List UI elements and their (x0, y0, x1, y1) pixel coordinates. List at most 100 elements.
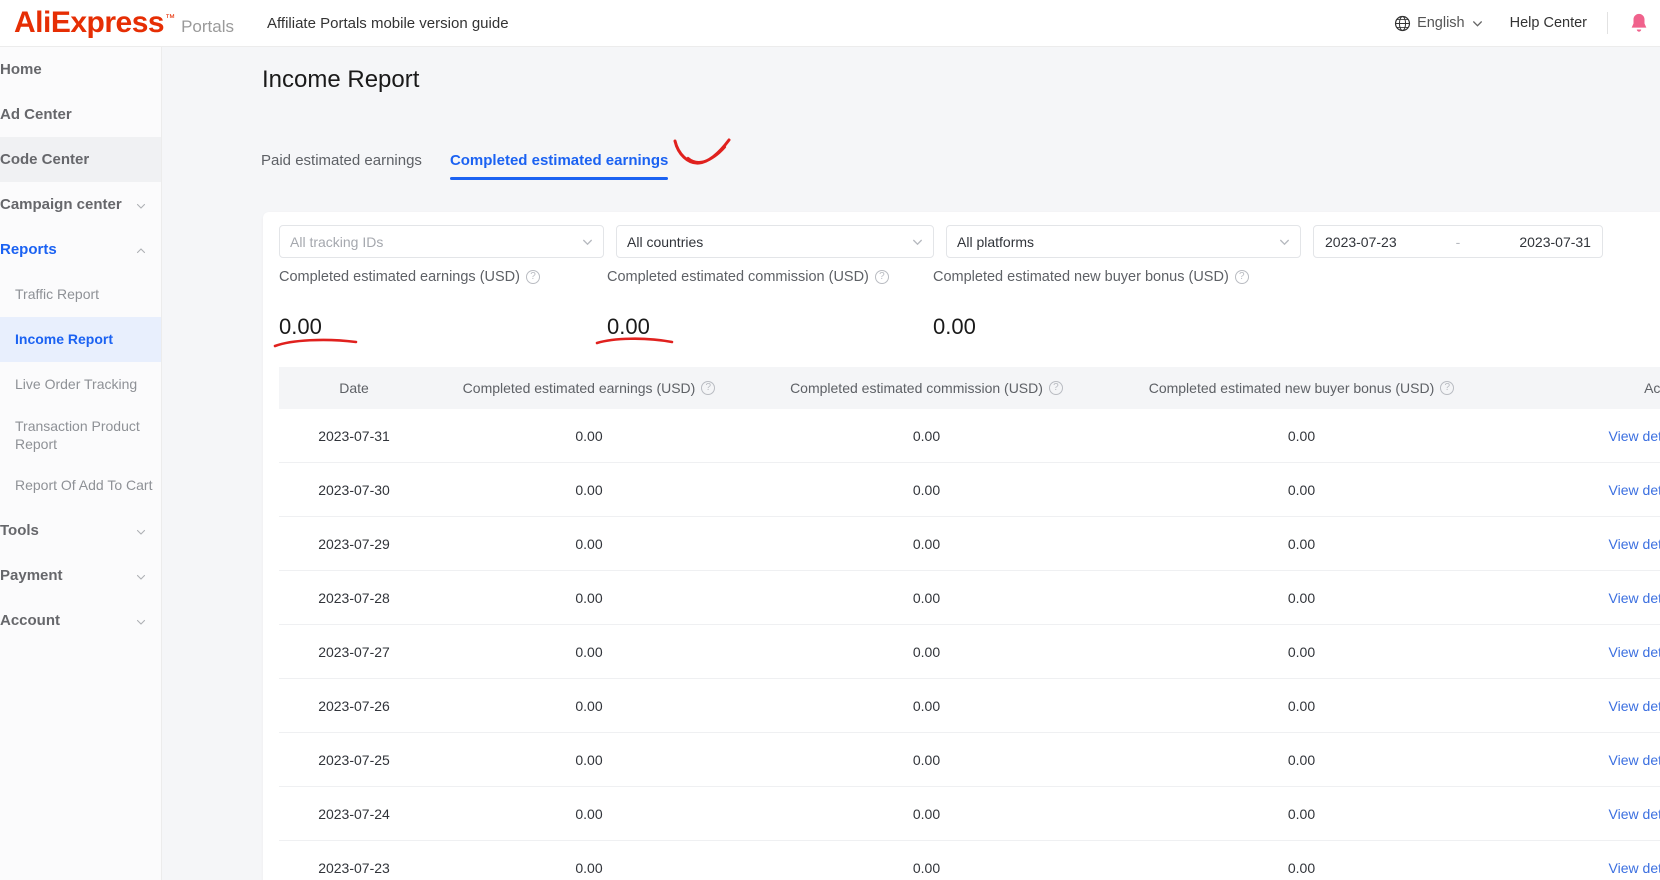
chevron-down-icon (135, 570, 147, 582)
column-header-completed-estimated-commission[interactable]: Completed estimated commission (USD) ? (749, 380, 1104, 396)
summary-value: 0.00 (933, 314, 976, 339)
view-details-link[interactable]: View details (1609, 752, 1660, 768)
table-header-row: Date Completed estimated earnings (USD) … (279, 367, 1660, 409)
cell-action: View details (1499, 806, 1660, 822)
chevron-down-icon (911, 235, 924, 248)
sidebar-item-tools[interactable]: Tools (0, 508, 161, 553)
summary-label: Completed estimated earnings (USD) ? (279, 269, 540, 285)
sidebar-item-label: Reports (0, 241, 57, 258)
sidebar-item-traffic-report[interactable]: Traffic Report (0, 272, 161, 317)
sidebar-item-label: Account (0, 612, 60, 629)
view-details-link[interactable]: View details (1609, 590, 1660, 606)
view-details-link[interactable]: View details (1609, 806, 1660, 822)
language-label: English (1417, 15, 1465, 31)
tab-completed-estimated-earnings[interactable]: Completed estimated earnings (449, 152, 669, 180)
cell-earnings: 0.00 (575, 805, 603, 822)
date-range-start[interactable]: 2023-07-23 (1325, 234, 1397, 250)
tab-label: Completed estimated earnings (449, 152, 669, 169)
top-bar-divider (1607, 12, 1608, 34)
view-details-link[interactable]: View details (1609, 644, 1660, 660)
platforms-select[interactable]: All platforms (946, 225, 1301, 258)
brand[interactable]: AliExpress ™ Portals (0, 8, 234, 38)
sidebar-item-campaign-center[interactable]: Campaign center (0, 182, 161, 227)
sidebar-item-ad-center[interactable]: Ad Center (0, 92, 161, 137)
sidebar-item-report-of-add-to-cart[interactable]: Report Of Add To Cart (0, 463, 161, 508)
help-icon[interactable]: ? (701, 381, 716, 395)
filter-bar[interactable]: All tracking IDs All countries All platf… (279, 225, 1603, 258)
cell-action: View details (1499, 752, 1660, 768)
countries-select[interactable]: All countries (616, 225, 934, 258)
cell-date: 2023-07-27 (318, 643, 390, 660)
cell-earnings: 0.00 (575, 427, 603, 444)
chevron-down-icon (135, 615, 147, 627)
sidebar-item-code-center[interactable]: Code Center (0, 137, 161, 182)
cell-commission: 0.00 (912, 805, 941, 822)
table-row: 2023-07-27 0.00 0.00 0.00 View details (279, 625, 1660, 679)
platforms-value: All platforms (957, 233, 1035, 250)
tracking-ids-value: All tracking IDs (290, 233, 384, 250)
summary-label-text: Completed estimated new buyer bonus (USD… (933, 269, 1229, 285)
cell-earnings: 0.00 (575, 643, 603, 660)
sidebar-item-reports[interactable]: Reports (0, 227, 161, 272)
tab-label: Paid estimated earnings (261, 152, 422, 169)
column-header-date[interactable]: Date (279, 380, 429, 396)
cell-date: 2023-07-25 (318, 751, 390, 768)
cell-commission: 0.00 (912, 643, 941, 660)
table-row: 2023-07-31 0.00 0.00 0.00 View details (279, 409, 1660, 463)
tracking-ids-select[interactable]: All tracking IDs (279, 225, 604, 258)
date-range-picker[interactable]: 2023-07-23 - 2023-07-31 (1313, 225, 1603, 258)
cell-commission: 0.00 (912, 859, 941, 876)
mobile-version-guide-link[interactable]: Affiliate Portals mobile version guide (267, 15, 509, 32)
view-details-link[interactable]: View details (1609, 536, 1660, 552)
cell-action: View details (1499, 698, 1660, 714)
table-row: 2023-07-26 0.00 0.00 0.00 View details (279, 679, 1660, 733)
cell-commission: 0.00 (912, 481, 941, 498)
table-row: 2023-07-24 0.00 0.00 0.00 View details (279, 787, 1660, 841)
help-icon[interactable]: ? (525, 270, 540, 284)
sidebar-item-payment[interactable]: Payment (0, 553, 161, 598)
table-row: 2023-07-30 0.00 0.00 0.00 View details (279, 463, 1660, 517)
aliexpress-logo[interactable]: AliExpress (14, 8, 165, 38)
sidebar-item-income-report[interactable]: Income Report (0, 317, 161, 362)
table-row: 2023-07-25 0.00 0.00 0.00 View details (279, 733, 1660, 787)
cell-bonus: 0.00 (1287, 697, 1316, 714)
summary-label-text: Completed estimated earnings (USD) (279, 269, 520, 285)
column-header-completed-estimated-new-buyer-bonus[interactable]: Completed estimated new buyer bonus (USD… (1104, 380, 1499, 396)
cell-earnings: 0.00 (575, 859, 603, 876)
help-icon[interactable]: ? (874, 270, 889, 284)
page-title: Income Report (262, 66, 420, 93)
view-details-link[interactable]: View details (1609, 860, 1660, 876)
help-icon[interactable]: ? (1048, 381, 1063, 395)
sidebar-item-transaction-product-report[interactable]: Transaction Product Report (0, 407, 161, 463)
view-details-link[interactable]: View details (1609, 698, 1660, 714)
tab-paid-estimated-earnings[interactable]: Paid estimated earnings (261, 152, 422, 180)
help-icon[interactable]: ? (1234, 270, 1249, 284)
date-range-end[interactable]: 2023-07-31 (1519, 234, 1591, 250)
main-content: Income Report Paid estimated earnings Co… (162, 47, 1660, 880)
top-bar-right: English Help Center (1394, 12, 1660, 35)
report-tabs[interactable]: Paid estimated earnings Completed estima… (261, 152, 669, 180)
sidebar-item-home[interactable]: Home (0, 47, 161, 92)
countries-value: All countries (627, 233, 704, 250)
sidebar-item-label: Live Order Tracking (15, 376, 138, 393)
column-header-label: Completed estimated earnings (USD) (462, 380, 696, 396)
notification-bell-icon[interactable] (1628, 12, 1650, 35)
help-center-link[interactable]: Help Center (1510, 15, 1587, 31)
sidebar-item-live-order-tracking[interactable]: Live Order Tracking (0, 362, 161, 407)
summary-completed-estimated-new-buyer-bonus: Completed estimated new buyer bonus (USD… (933, 269, 1249, 340)
view-details-link[interactable]: View details (1609, 482, 1660, 498)
income-table: Date Completed estimated earnings (USD) … (279, 367, 1660, 880)
view-details-link[interactable]: View details (1609, 428, 1660, 444)
table-row: 2023-07-28 0.00 0.00 0.00 View details (279, 571, 1660, 625)
sidebar-item-label: Traffic Report (15, 286, 100, 303)
column-header-completed-estimated-earnings[interactable]: Completed estimated earnings (USD) ? (429, 380, 749, 396)
column-header-action[interactable]: Action (1499, 380, 1660, 396)
sidebar[interactable]: Home Ad Center Code Center Campaign cent… (0, 47, 162, 880)
language-selector[interactable]: English (1394, 15, 1484, 32)
chevron-down-icon (1471, 17, 1484, 30)
summary-label-text: Completed estimated commission (USD) (607, 269, 869, 285)
cell-earnings: 0.00 (575, 535, 603, 552)
help-icon[interactable]: ? (1440, 381, 1455, 395)
chevron-up-icon (135, 244, 147, 256)
sidebar-item-account[interactable]: Account (0, 598, 161, 643)
